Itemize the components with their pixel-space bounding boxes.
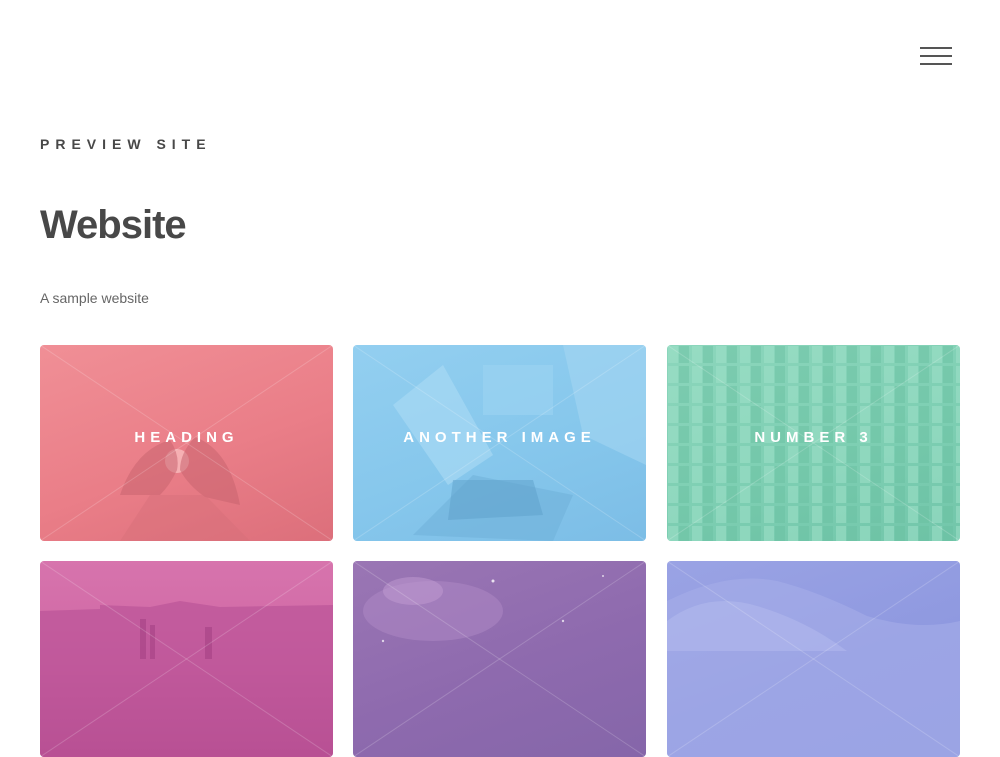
preview-site-label: PREVIEW SITE [40, 136, 212, 152]
menu-bar-middle [920, 55, 952, 57]
menu-bar-top [920, 47, 952, 49]
tile-caption: ANOTHER IMAGE [403, 429, 596, 446]
gallery-tile-another-image[interactable]: ANOTHER IMAGE [353, 345, 646, 541]
tile-caption: NUMBER 3 [754, 429, 873, 446]
ocean-wave-image [667, 561, 960, 757]
gallery-tile-ocean[interactable] [667, 561, 960, 757]
gallery-tile-number-3[interactable]: NUMBER 3 [667, 345, 960, 541]
menu-bar-bottom [920, 63, 952, 65]
gallery-tile-city[interactable] [40, 561, 333, 757]
hamburger-menu-icon[interactable] [916, 42, 956, 70]
page-description: A sample website [40, 290, 149, 306]
gallery-tile-heading[interactable]: HEADING [40, 345, 333, 541]
city-skyline-image [40, 561, 333, 757]
tile-caption: HEADING [134, 429, 239, 446]
gallery-tile-galaxy[interactable] [353, 561, 646, 757]
galaxy-image [353, 561, 646, 757]
page-title: Website [40, 203, 187, 247]
